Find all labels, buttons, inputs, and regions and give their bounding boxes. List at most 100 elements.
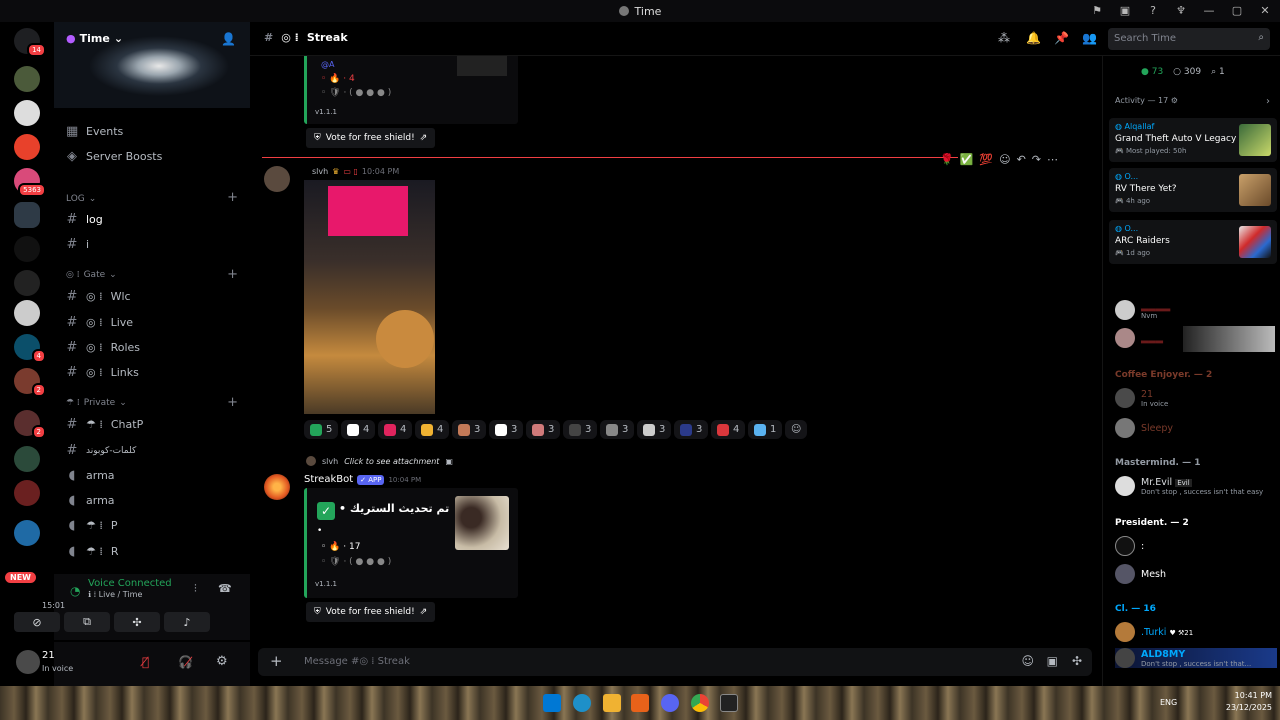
server-icon[interactable] <box>14 134 40 160</box>
message-composer[interactable]: + Message #◎ ⁞ Streak ☺ ▣ ✣ <box>258 648 1092 676</box>
avatar[interactable] <box>264 166 290 192</box>
reaction-chip[interactable]: 3 <box>637 420 672 439</box>
server-icon[interactable] <box>14 66 40 92</box>
forward-icon[interactable]: ↷ <box>1032 153 1041 166</box>
activity-card[interactable]: ◍ O... RV There Yet? 🎮 4h ago <box>1109 168 1277 212</box>
file-explorer-icon[interactable] <box>603 694 621 712</box>
reaction-chip[interactable]: 5 <box>304 420 339 439</box>
create-channel-icon[interactable]: + <box>227 267 238 282</box>
channel-i[interactable]: # i <box>66 237 90 252</box>
noise-suppression-icon[interactable]: ⫶ <box>194 582 197 596</box>
emoji-icon[interactable]: ☺ <box>1021 654 1034 668</box>
reaction-chip[interactable]: 4 <box>415 420 450 439</box>
vote-button[interactable]: ⛨ Vote for free shield! ⇗ <box>306 128 436 148</box>
maximize-button[interactable]: ▢ <box>1230 3 1244 17</box>
channel-roles[interactable]: # ◎ ⁞ Roles <box>66 340 140 355</box>
home-button[interactable]: 14 <box>14 28 46 57</box>
category-log[interactable]: LOG ⌄ <box>66 194 96 204</box>
server-folder[interactable]: 2 <box>14 368 46 397</box>
channel-links[interactable]: # ◎ ⁞ Links <box>66 365 139 380</box>
server-folder[interactable] <box>14 480 40 506</box>
language-indicator[interactable]: ENG <box>1160 698 1177 707</box>
edge-icon[interactable] <box>573 694 591 712</box>
server-icon[interactable] <box>14 236 40 262</box>
reaction-chip[interactable]: 3 <box>526 420 561 439</box>
author-name[interactable]: slvh <box>312 167 328 176</box>
apps-icon[interactable]: ✣ <box>1072 654 1082 668</box>
member-row[interactable]: Mesh <box>1115 564 1166 584</box>
create-channel-icon[interactable]: + <box>227 190 238 205</box>
member-row[interactable]: 21 In voice <box>1115 388 1168 408</box>
system-clock[interactable]: 10:41 PM 23/12/2025 <box>1226 690 1272 714</box>
author-name[interactable]: StreakBot <box>304 474 353 485</box>
add-reaction-icon[interactable]: ☺ <box>999 153 1010 166</box>
member-row[interactable]: .Turki ♥ ⚒21 <box>1115 622 1193 642</box>
reaction-chip[interactable]: 4 <box>378 420 413 439</box>
reaction-chip[interactable]: 4 <box>711 420 746 439</box>
chevron-right-icon[interactable]: › <box>1266 96 1270 107</box>
channel-live[interactable]: # ◎ ⁞ Live <box>66 315 134 330</box>
reply-preview[interactable]: slvh Click to see attachment ▣ <box>306 456 453 466</box>
channel-chatp[interactable]: # ☂ ⁞ ChatP <box>66 417 144 432</box>
create-channel-icon[interactable]: + <box>227 395 238 410</box>
voice-channel-r[interactable]: ◖ ☂ ⁞ R <box>66 544 119 559</box>
avatar[interactable] <box>16 650 40 674</box>
threads-icon[interactable]: ▣ <box>1118 3 1132 17</box>
threads-icon[interactable]: ⁂ <box>998 31 1010 45</box>
channel-wlc[interactable]: # ◎ ⁞ Wlc <box>66 289 131 304</box>
gif-icon[interactable]: ▣ <box>1047 654 1058 668</box>
mute-icon[interactable]: 🎙̸ <box>142 655 149 669</box>
sidebar-item-events[interactable]: ▦ Events <box>66 124 123 139</box>
windows-start-icon[interactable] <box>543 694 561 712</box>
activities-button[interactable]: ✣ <box>114 612 160 632</box>
sidebar-item-server-boosts[interactable]: ◈ Server Boosts <box>66 149 162 164</box>
server-folder[interactable]: 2 <box>14 410 46 439</box>
chrome-icon[interactable] <box>691 694 709 712</box>
member-row[interactable]: ALD8MY Don't stop , success isn't that... <box>1115 648 1277 668</box>
reply-icon[interactable]: ↶ <box>1017 153 1026 166</box>
invite-icon[interactable]: 👤 <box>221 32 236 46</box>
server-folder[interactable] <box>14 520 40 546</box>
hundred-reaction-icon[interactable]: 💯 <box>979 153 993 166</box>
embed-thumbnail[interactable] <box>455 496 509 550</box>
vpn-icon[interactable]: ♆ <box>1174 3 1188 17</box>
pin-icon[interactable]: 📌 <box>1054 31 1069 45</box>
activity-card[interactable]: ◍ O... ARC Raiders 🎮 1d ago <box>1109 220 1277 264</box>
server-icon[interactable]: 5363 <box>14 168 46 197</box>
voice-channel-label[interactable]: ℹ ⁞ Live / Time <box>88 590 142 599</box>
soundboard-button[interactable]: ♪ <box>164 612 210 632</box>
member-row[interactable]: Sleepy <box>1115 418 1173 438</box>
search-input[interactable]: Search Time ⌕ <box>1108 28 1270 50</box>
server-icon[interactable] <box>14 270 40 296</box>
time-app-icon[interactable] <box>720 694 738 712</box>
reaction-chip[interactable]: 3 <box>563 420 598 439</box>
server-icon[interactable] <box>14 300 40 326</box>
close-button[interactable]: ✕ <box>1258 3 1272 17</box>
reaction-chip[interactable]: 3 <box>674 420 709 439</box>
screen-share-button[interactable]: ⧉ <box>64 612 110 632</box>
server-folder[interactable] <box>14 446 40 472</box>
bell-icon[interactable]: 🔔 <box>1026 31 1041 45</box>
category-private[interactable]: ☂ ⁞ Private ⌄ <box>66 398 127 408</box>
server-icon[interactable]: 4 <box>14 334 46 363</box>
member-row[interactable]: ▂▂▂ <box>1115 326 1275 352</box>
deafen-icon[interactable]: 🎧̸ <box>178 655 193 669</box>
disconnect-icon[interactable]: ☎ <box>218 582 232 595</box>
settings-gear-icon[interactable]: ⚙ <box>216 654 228 669</box>
member-row[interactable]: Mr.Evil Evil Don't stop , success isn't t… <box>1115 476 1263 496</box>
server-icon[interactable] <box>14 100 40 126</box>
activity-header[interactable]: Activity — 17 ⚙ <box>1115 96 1178 105</box>
app-icon[interactable] <box>631 694 649 712</box>
discord-icon[interactable] <box>661 694 679 712</box>
upload-plus-icon[interactable]: + <box>270 652 283 670</box>
inbox-icon[interactable]: ⚑ <box>1090 3 1104 17</box>
bot-avatar[interactable] <box>264 474 290 500</box>
help-icon[interactable]: ? <box>1146 3 1160 17</box>
voice-channel-p[interactable]: ◖ ☂ ⁞ P <box>66 518 118 533</box>
reaction-chip[interactable]: 4 <box>341 420 376 439</box>
activity-card[interactable]: ◍ Alqallaf Grand Theft Auto V Legacy 🎮 M… <box>1109 118 1277 162</box>
server-icon-active[interactable] <box>14 202 40 228</box>
reaction-chip[interactable]: 3 <box>600 420 635 439</box>
photo-attachment[interactable] <box>304 180 435 414</box>
reaction-chip[interactable]: 3 <box>452 420 487 439</box>
